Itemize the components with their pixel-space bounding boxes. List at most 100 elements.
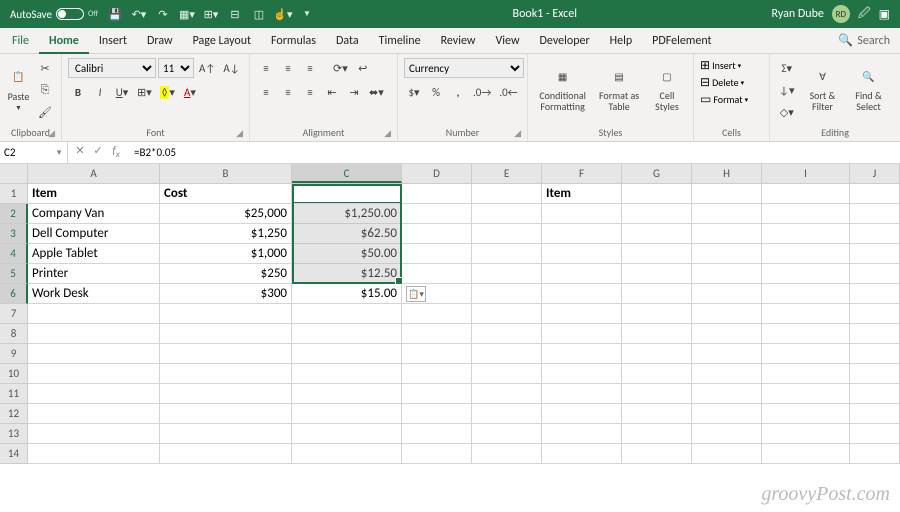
tab-timeline[interactable]: Timeline: [369, 28, 431, 54]
cell[interactable]: [850, 284, 900, 304]
cell[interactable]: $1,250: [160, 224, 292, 244]
cell[interactable]: [850, 264, 900, 284]
cell[interactable]: [762, 364, 850, 384]
cell[interactable]: [762, 304, 850, 324]
cell[interactable]: [472, 344, 542, 364]
cell[interactable]: Work Desk: [28, 284, 160, 304]
row-header[interactable]: 2: [0, 204, 28, 224]
cell[interactable]: [402, 184, 472, 204]
cell[interactable]: [160, 444, 292, 464]
cell[interactable]: [472, 424, 542, 444]
cell[interactable]: [850, 244, 900, 264]
cell[interactable]: [402, 244, 472, 264]
cell[interactable]: [622, 304, 692, 324]
cell[interactable]: [402, 324, 472, 344]
underline-button[interactable]: U▾: [112, 82, 132, 102]
cell[interactable]: Cost: [160, 184, 292, 204]
cell[interactable]: [850, 344, 900, 364]
cell[interactable]: [692, 284, 762, 304]
cell[interactable]: [542, 384, 622, 404]
redo-icon[interactable]: ↷: [152, 3, 174, 25]
cell[interactable]: [622, 204, 692, 224]
clear-icon[interactable]: ◇▾: [776, 102, 797, 122]
cell[interactable]: [762, 224, 850, 244]
cell[interactable]: [692, 424, 762, 444]
cell[interactable]: [762, 264, 850, 284]
autosave-toggle[interactable]: AutoSave Off: [4, 8, 104, 21]
cell[interactable]: [292, 364, 402, 384]
cell[interactable]: [762, 204, 850, 224]
name-box[interactable]: C2 ▼: [0, 142, 68, 164]
row-header[interactable]: 4: [0, 244, 28, 264]
row-header[interactable]: 12: [0, 404, 28, 424]
cell[interactable]: $15.00: [292, 284, 402, 304]
italic-button[interactable]: I: [90, 82, 110, 102]
cell[interactable]: $250: [160, 264, 292, 284]
align-center-icon[interactable]: ≡: [278, 82, 298, 102]
cell[interactable]: [402, 224, 472, 244]
qat-icon[interactable]: ⊞▾: [200, 3, 222, 25]
format-as-table-button[interactable]: ▤ Format as Table: [595, 58, 643, 118]
cell[interactable]: [542, 284, 622, 304]
cell[interactable]: [28, 424, 160, 444]
cell[interactable]: [542, 404, 622, 424]
cell[interactable]: [472, 184, 542, 204]
copy-icon[interactable]: ⎘: [35, 80, 55, 100]
dialog-launcher-icon[interactable]: ◢: [514, 128, 521, 139]
column-header[interactable]: H: [692, 164, 762, 183]
column-header[interactable]: E: [472, 164, 542, 183]
cell[interactable]: [762, 404, 850, 424]
conditional-formatting-button[interactable]: ▦ Conditional Formatting: [534, 58, 591, 118]
cell[interactable]: [622, 284, 692, 304]
row-header[interactable]: 14: [0, 444, 28, 464]
font-color-button[interactable]: A▾: [180, 82, 200, 102]
cell[interactable]: [160, 324, 292, 344]
cell[interactable]: [402, 264, 472, 284]
row-header[interactable]: 10: [0, 364, 28, 384]
cell[interactable]: [160, 364, 292, 384]
cell[interactable]: Item: [28, 184, 160, 204]
cell[interactable]: [292, 444, 402, 464]
cell[interactable]: [472, 244, 542, 264]
cell[interactable]: Dell Computer: [28, 224, 160, 244]
increase-font-icon[interactable]: A↑: [196, 58, 218, 78]
cell[interactable]: [542, 264, 622, 284]
cell[interactable]: [292, 304, 402, 324]
delete-cells-button[interactable]: ⊟Delete▾: [700, 75, 744, 90]
cell[interactable]: [692, 244, 762, 264]
row-header[interactable]: 8: [0, 324, 28, 344]
cell[interactable]: [850, 304, 900, 324]
row-header[interactable]: 13: [0, 424, 28, 444]
tab-review[interactable]: Review: [431, 28, 486, 54]
cell[interactable]: [402, 204, 472, 224]
cell[interactable]: [160, 304, 292, 324]
cell[interactable]: [160, 424, 292, 444]
cell[interactable]: [622, 344, 692, 364]
spreadsheet-grid[interactable]: ABCDEFGHIJ 1ItemCostTaxItem2Company Van$…: [0, 164, 900, 464]
align-bottom-icon[interactable]: ≡: [300, 58, 320, 78]
cell[interactable]: [692, 384, 762, 404]
cell[interactable]: [292, 404, 402, 424]
align-middle-icon[interactable]: ≡: [278, 58, 298, 78]
bold-button[interactable]: B: [68, 82, 88, 102]
comma-format-icon[interactable]: ,: [448, 82, 468, 102]
cell[interactable]: Item: [542, 184, 622, 204]
decrease-decimal-icon[interactable]: .0←: [496, 82, 520, 102]
accounting-format-icon[interactable]: $▾: [404, 82, 424, 102]
cell[interactable]: [692, 444, 762, 464]
row-header[interactable]: 3: [0, 224, 28, 244]
cell[interactable]: [850, 384, 900, 404]
qat-icon[interactable]: ◫: [248, 3, 270, 25]
cancel-icon[interactable]: ✕: [72, 144, 88, 160]
tab-draw[interactable]: Draw: [137, 28, 183, 54]
cell[interactable]: [402, 424, 472, 444]
cell[interactable]: [622, 364, 692, 384]
cell[interactable]: [692, 404, 762, 424]
cell[interactable]: $25,000: [160, 204, 292, 224]
tab-formulas[interactable]: Formulas: [261, 28, 326, 54]
cell[interactable]: [762, 444, 850, 464]
percent-format-icon[interactable]: %: [426, 82, 446, 102]
tab-view[interactable]: View: [485, 28, 529, 54]
number-format-select[interactable]: Currency: [404, 58, 524, 78]
row-header[interactable]: 6: [0, 284, 28, 304]
